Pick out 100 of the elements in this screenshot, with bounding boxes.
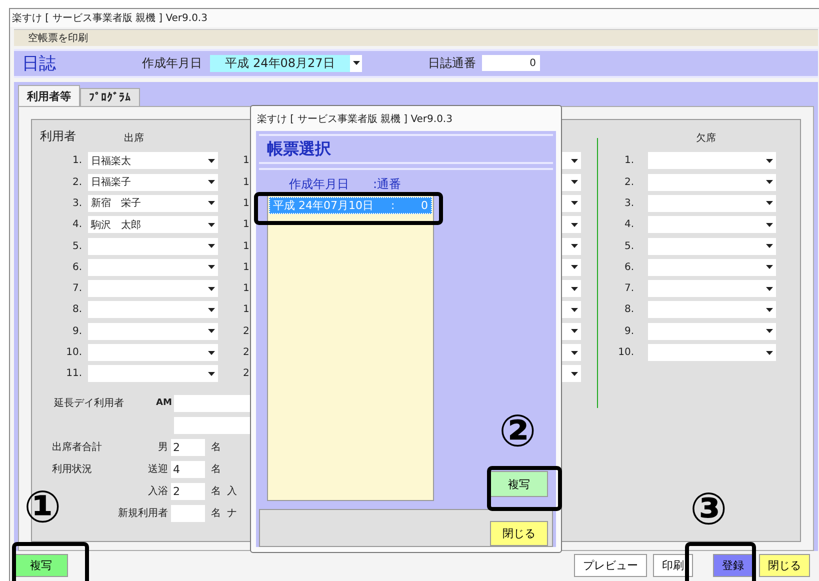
date-dropdown-button[interactable] [350,54,362,72]
dropdown-caret-icon [766,350,773,354]
attendee-dropdown[interactable] [88,238,218,255]
tab[interactable]: 利用者等 [18,85,80,106]
time-text: 1 [243,240,250,252]
serial-column-header: :通番 [373,176,402,193]
absentee-dropdown[interactable] [648,344,776,361]
dropdown-caret-icon [208,158,215,163]
dropdown-caret-icon [766,308,773,312]
time-text: 1 [243,283,250,294]
totals-label: 利用状況 [52,464,92,476]
dropdown-caret-icon [571,308,578,312]
step-number: ② [499,410,536,454]
attendee-dropdown[interactable]: 日福楽太 [88,152,218,170]
dialog-heading: 帳票選択 [267,138,331,160]
absentee-dropdown[interactable] [648,258,776,276]
row-number: 4. [71,219,83,230]
row-number: 10. [617,347,635,358]
step-number: ③ [690,488,728,532]
count-field[interactable] [171,504,205,522]
totals-sublabel: 男 [158,442,168,454]
totals-sublabel: 送迎 [148,464,168,476]
row-number: 1. [623,155,635,166]
absentee-dropdown[interactable] [648,301,776,318]
time-text: 1 [243,155,250,166]
row-number: 5. [623,240,635,252]
close-button[interactable]: 閉じる [490,521,548,546]
time-text: 1 [243,262,250,273]
am-label: AM [156,398,173,408]
dropdown-caret-icon [571,286,578,291]
dropdown-caret-icon [766,180,773,184]
dropdown-caret-icon [766,286,773,291]
attendee-dropdown[interactable] [88,301,218,318]
dropdown-caret-icon [766,329,773,334]
tab[interactable]: ﾌﾟﾛｸﾞﾗﾑ [80,88,140,106]
dropdown-caret-icon [571,201,578,206]
attendee-dropdown[interactable]: 駒沢 太郎 [88,216,218,234]
attendee-dropdown[interactable]: 新宿 栄子 [88,194,218,212]
copy-button[interactable]: 複写 [490,471,548,497]
register-button[interactable]: 登録 [713,554,753,578]
row-number: 3. [623,198,635,209]
dropdown-caret-icon [571,158,578,163]
step-number: ① [24,486,62,530]
absentee-dropdown[interactable] [648,216,776,234]
close-button[interactable]: 閉じる [759,554,810,578]
attendee-dropdown[interactable] [88,365,218,382]
count-field[interactable]: 2 [171,438,205,456]
dropdown-caret-icon [208,350,215,354]
row-number: 2. [623,176,635,188]
attendee-dropdown[interactable]: 日福楽子 [88,174,218,191]
dropdown-caret-icon [208,329,215,334]
dropdown-caret-icon [352,61,360,66]
copy-button[interactable]: 複写 [14,554,68,578]
dialog-title: 楽すけ [ サービス事業者版 親機 ] Ver9.0.3 [257,112,452,126]
row-number: 8. [623,304,635,316]
dropdown-caret-icon [571,265,578,270]
count-field[interactable]: 2 [171,482,205,500]
attendee-dropdown[interactable] [88,280,218,298]
totals-label: 出席者合計 [52,442,102,454]
dropdown-caret-icon [208,222,215,227]
date-field[interactable]: 平成 24年08月27日 [210,54,350,72]
count-field[interactable]: 4 [171,460,205,478]
dropdown-caret-icon [571,329,578,334]
dropdown-caret-icon [766,265,773,270]
row-number: 2. [71,176,83,188]
dropdown-caret-icon [766,201,773,206]
serial-field[interactable]: 0 [482,55,540,72]
unit-label: 名 [211,463,221,476]
footer-button[interactable]: プレビュー [574,554,647,578]
dropdown-caret-icon [208,265,215,270]
window-title: 楽すけ [ サービス事業者版 親機 ] Ver9.0.3 [12,12,208,25]
row-number: 9. [623,326,635,337]
absentee-dropdown[interactable] [648,174,776,191]
footer-button[interactable]: 印刷 [653,554,693,578]
absentee-dropdown[interactable] [648,322,776,340]
absentee-dropdown[interactable] [648,280,776,298]
time-text: 2 [243,326,250,337]
attend-heading: 出席 [124,132,144,146]
absentee-dropdown[interactable] [648,152,776,170]
dropdown-caret-icon [208,244,215,248]
row-number: 6. [623,262,635,273]
dropdown-caret-icon [766,158,773,163]
attendee-dropdown[interactable] [88,322,218,340]
attendee-dropdown[interactable] [88,258,218,276]
totals-sublabel: 入浴 [148,486,168,498]
menu-item[interactable]: 空帳票を印刷 [28,30,88,45]
attendee-dropdown[interactable] [88,344,218,361]
dropdown-caret-icon [766,222,773,227]
absentee-dropdown[interactable] [648,238,776,255]
row-number: 1. [71,155,83,166]
time-text: 2 [243,368,250,380]
time-text: 1 [243,198,250,209]
time-text: 1 [243,219,250,230]
absent-heading: 欠席 [696,132,716,146]
dropdown-caret-icon [571,244,578,248]
dropdown-caret-icon [571,372,578,376]
absentee-dropdown[interactable] [648,194,776,212]
row-number: 10. [65,347,83,358]
dropdown-caret-icon [571,350,578,354]
row-number: 11. [65,368,83,380]
